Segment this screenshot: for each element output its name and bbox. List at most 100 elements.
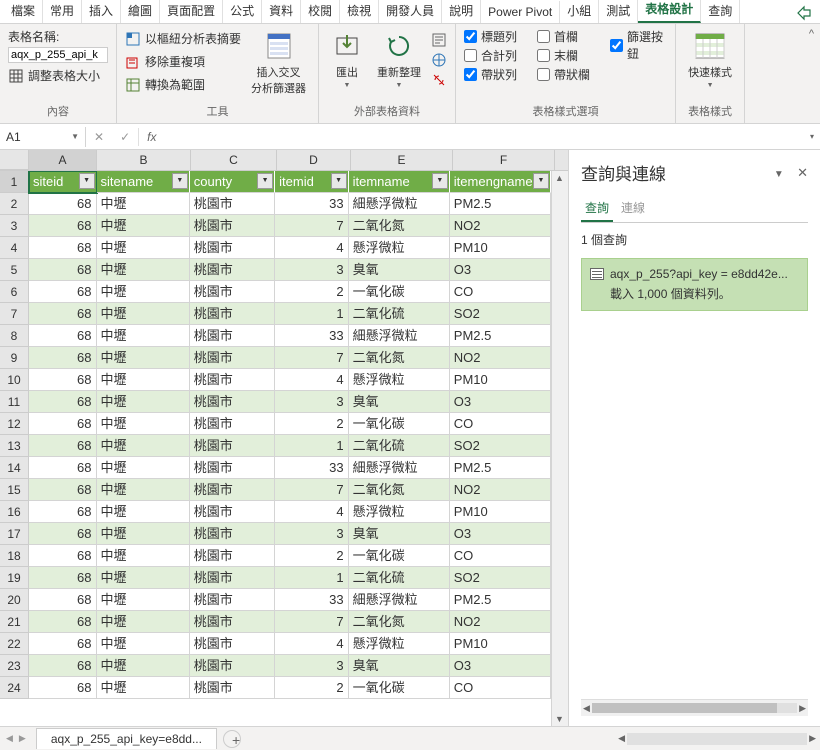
cell[interactable]: NO2	[450, 611, 551, 633]
ribbon-tab-layout[interactable]: 頁面配置	[160, 0, 223, 23]
col-header-F[interactable]: F	[453, 150, 555, 170]
cell[interactable]: 臭氧	[349, 391, 450, 413]
cell[interactable]: 68	[29, 501, 97, 523]
cell[interactable]: 1	[275, 303, 348, 325]
cell[interactable]: 桃園市	[190, 589, 275, 611]
cell[interactable]: 桃園市	[190, 655, 275, 677]
cell[interactable]: NO2	[450, 479, 551, 501]
cell[interactable]: 桃園市	[190, 391, 275, 413]
filter-button-checkbox[interactable]: 篩選按鈕	[610, 28, 667, 62]
cell[interactable]: 懸浮微粒	[349, 237, 450, 259]
ribbon-tab-draw[interactable]: 繪圖	[121, 0, 160, 23]
row-header[interactable]: 24	[0, 677, 29, 699]
filter-dropdown-icon[interactable]: ▼	[533, 173, 549, 189]
cell[interactable]: 桃園市	[190, 369, 275, 391]
cell[interactable]: 68	[29, 567, 97, 589]
cell[interactable]: 68	[29, 281, 97, 303]
cell[interactable]: 68	[29, 589, 97, 611]
cell[interactable]: 臭氧	[349, 655, 450, 677]
cell[interactable]: PM10	[450, 237, 551, 259]
horizontal-scrollbar[interactable]	[627, 733, 807, 745]
filter-dropdown-icon[interactable]: ▼	[79, 173, 95, 189]
pivot-summary-button[interactable]: 以樞紐分析表摘要	[125, 28, 241, 49]
ribbon-tab-table-design[interactable]: 表格設計	[638, 0, 701, 23]
filter-dropdown-icon[interactable]: ▼	[172, 173, 188, 189]
row-header[interactable]: 5	[0, 259, 29, 281]
col-header-C[interactable]: C	[191, 150, 277, 170]
cell[interactable]: 二氧化氮	[349, 347, 450, 369]
col-header-E[interactable]: E	[351, 150, 453, 170]
last-col-checkbox[interactable]: 末欄	[537, 47, 594, 64]
insert-slicer-button[interactable]: 插入交叉 分析篩選器	[247, 28, 310, 98]
cell[interactable]: 細懸浮微粒	[349, 325, 450, 347]
cell[interactable]: 一氧化碳	[349, 677, 450, 699]
cell[interactable]: 中壢	[97, 237, 190, 259]
cell[interactable]: 桃園市	[190, 479, 275, 501]
cell[interactable]: 7	[275, 611, 348, 633]
cell[interactable]: O3	[450, 523, 551, 545]
cell[interactable]: 桃園市	[190, 259, 275, 281]
row-header[interactable]: 3	[0, 215, 29, 237]
formula-expand-icon[interactable]: ▾	[804, 130, 820, 143]
cell[interactable]: PM10	[450, 369, 551, 391]
cell[interactable]: 68	[29, 325, 97, 347]
cell[interactable]: 一氧化碳	[349, 413, 450, 435]
cell[interactable]: 桃園市	[190, 501, 275, 523]
cell[interactable]: 68	[29, 457, 97, 479]
cell[interactable]: 桃園市	[190, 611, 275, 633]
ribbon-tab-query[interactable]: 查詢	[701, 0, 740, 23]
cancel-formula-icon[interactable]: ✕	[90, 128, 108, 146]
cell[interactable]: 中壢	[97, 325, 190, 347]
cell[interactable]: 桃園市	[190, 193, 275, 215]
cell[interactable]: 33	[275, 457, 348, 479]
filter-dropdown-icon[interactable]: ▼	[432, 173, 448, 189]
ribbon-tab-insert[interactable]: 插入	[82, 0, 121, 23]
cell[interactable]: PM2.5	[450, 193, 551, 215]
cell[interactable]: 3	[275, 391, 348, 413]
row-header[interactable]: 12	[0, 413, 29, 435]
cell[interactable]: 4	[275, 369, 348, 391]
cell[interactable]: 中壢	[97, 589, 190, 611]
cell[interactable]: 二氧化硫	[349, 303, 450, 325]
ribbon-tab-data[interactable]: 資料	[262, 0, 301, 23]
cell[interactable]: 桃園市	[190, 325, 275, 347]
filter-dropdown-icon[interactable]: ▼	[257, 173, 273, 189]
row-header[interactable]: 2	[0, 193, 29, 215]
cell[interactable]: 3	[275, 259, 348, 281]
cell[interactable]: 桃園市	[190, 281, 275, 303]
cell[interactable]: O3	[450, 391, 551, 413]
quick-styles-button[interactable]: 快速樣式 ▼	[684, 28, 736, 91]
cell[interactable]: 二氧化硫	[349, 567, 450, 589]
table-header-cell[interactable]: county▼	[190, 171, 275, 193]
cell[interactable]: PM2.5	[450, 589, 551, 611]
row-header[interactable]: 10	[0, 369, 29, 391]
cell[interactable]: 4	[275, 237, 348, 259]
cell[interactable]: 懸浮微粒	[349, 501, 450, 523]
row-header[interactable]: 15	[0, 479, 29, 501]
cell[interactable]: 細懸浮微粒	[349, 457, 450, 479]
cell[interactable]: 中壢	[97, 545, 190, 567]
cell[interactable]: 中壢	[97, 369, 190, 391]
panel-tab-queries[interactable]: 查詢	[581, 195, 613, 222]
cell[interactable]: 68	[29, 237, 97, 259]
cell[interactable]: PM2.5	[450, 325, 551, 347]
total-row-checkbox[interactable]: 合計列	[464, 47, 521, 64]
row-header[interactable]: 20	[0, 589, 29, 611]
row-header[interactable]: 23	[0, 655, 29, 677]
cell[interactable]: 細懸浮微粒	[349, 589, 450, 611]
row-header[interactable]: 14	[0, 457, 29, 479]
convert-range-button[interactable]: 轉換為範圍	[125, 74, 241, 95]
formula-input[interactable]	[164, 135, 804, 139]
first-col-checkbox[interactable]: 首欄	[537, 28, 594, 45]
ribbon-tab-review[interactable]: 校閱	[301, 0, 340, 23]
cell[interactable]: 68	[29, 215, 97, 237]
share-button[interactable]	[788, 3, 820, 23]
cell[interactable]: 二氧化氮	[349, 611, 450, 633]
cell[interactable]: 中壢	[97, 259, 190, 281]
cell[interactable]: 7	[275, 479, 348, 501]
panel-dropdown-icon[interactable]: ▼	[774, 169, 784, 180]
cell[interactable]: CO	[450, 413, 551, 435]
cell[interactable]: O3	[450, 655, 551, 677]
cell[interactable]: 臭氧	[349, 259, 450, 281]
sheet-tab[interactable]: aqx_p_255_api_key=e8dd...	[36, 728, 217, 749]
